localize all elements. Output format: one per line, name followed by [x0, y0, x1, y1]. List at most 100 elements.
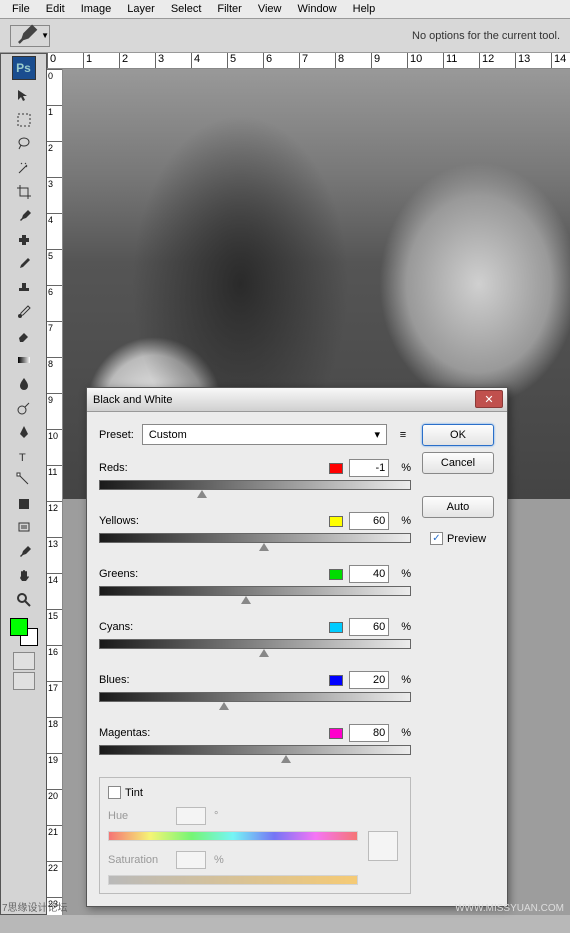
- stamp-tool[interactable]: [13, 277, 35, 299]
- percent-label: %: [401, 515, 411, 527]
- dodge-tool[interactable]: [13, 397, 35, 419]
- slider-track[interactable]: [99, 533, 411, 543]
- slider-row-reds: Reds: %: [99, 459, 411, 490]
- eyedropper2-tool[interactable]: [13, 541, 35, 563]
- saturation-slider: [108, 875, 358, 885]
- close-button[interactable]: ✕: [475, 390, 503, 408]
- preset-dropdown[interactable]: Custom ▾: [142, 424, 387, 445]
- options-bar: ▼ No options for the current tool.: [0, 19, 570, 53]
- color-swatch-icon: [329, 622, 343, 633]
- slider-label: Cyans:: [99, 621, 189, 633]
- ok-button[interactable]: OK: [422, 424, 494, 446]
- blur-tool[interactable]: [13, 373, 35, 395]
- menu-window[interactable]: Window: [290, 1, 345, 17]
- color-swatch-icon: [329, 516, 343, 527]
- preview-checkbox[interactable]: ✓: [430, 532, 443, 545]
- menu-file[interactable]: File: [4, 1, 38, 17]
- dropdown-arrow-icon: ▾: [374, 428, 380, 441]
- notes-tool[interactable]: [13, 517, 35, 539]
- slider-thumb[interactable]: [219, 702, 229, 710]
- menu-layer[interactable]: Layer: [119, 1, 163, 17]
- hand-tool[interactable]: [13, 565, 35, 587]
- slider-thumb[interactable]: [259, 649, 269, 657]
- slider-track[interactable]: [99, 692, 411, 702]
- menu-icon: ≡: [400, 429, 406, 441]
- slider-row-greens: Greens: %: [99, 565, 411, 596]
- slider-value-input[interactable]: [349, 512, 389, 530]
- zoom-tool[interactable]: [13, 589, 35, 611]
- degree-symbol: °: [214, 810, 218, 822]
- color-swatches[interactable]: [10, 618, 38, 646]
- preset-label: Preset:: [99, 429, 134, 441]
- tint-label: Tint: [125, 787, 143, 799]
- path-tool[interactable]: [13, 469, 35, 491]
- tint-preview-swatch: [368, 831, 398, 861]
- pen-tool[interactable]: [13, 421, 35, 443]
- cancel-button[interactable]: Cancel: [422, 452, 494, 474]
- history-brush-tool[interactable]: [13, 301, 35, 323]
- slider-value-input[interactable]: [349, 459, 389, 477]
- lasso-tool[interactable]: [13, 133, 35, 155]
- foreground-color[interactable]: [10, 618, 28, 636]
- marquee-tool[interactable]: [13, 109, 35, 131]
- slider-label: Greens:: [99, 568, 189, 580]
- menu-filter[interactable]: Filter: [209, 1, 249, 17]
- close-icon: ✕: [484, 393, 493, 406]
- saturation-label: Saturation: [108, 854, 168, 866]
- auto-button[interactable]: Auto: [422, 496, 494, 518]
- tint-checkbox[interactable]: [108, 786, 121, 799]
- slider-label: Magentas:: [99, 727, 189, 739]
- footer-text: 7思缘设计论坛: [2, 899, 68, 914]
- slider-row-yellows: Yellows: %: [99, 512, 411, 543]
- hue-label: Hue: [108, 810, 168, 822]
- slider-label: Yellows:: [99, 515, 189, 527]
- ruler-horizontal: 01234567891011121314: [47, 53, 570, 69]
- move-tool[interactable]: [13, 85, 35, 107]
- saturation-input: [176, 851, 206, 869]
- menu-bar: File Edit Image Layer Select Filter View…: [0, 0, 570, 19]
- crop-tool[interactable]: [13, 181, 35, 203]
- tint-section: Tint Hue ° Saturation %: [99, 777, 411, 894]
- slider-thumb[interactable]: [197, 490, 207, 498]
- menu-select[interactable]: Select: [163, 1, 210, 17]
- slider-value-input[interactable]: [349, 671, 389, 689]
- ps-logo[interactable]: Ps: [12, 56, 36, 80]
- slider-value-input[interactable]: [349, 724, 389, 742]
- eraser-tool[interactable]: [13, 325, 35, 347]
- slider-value-input[interactable]: [349, 618, 389, 636]
- slider-track[interactable]: [99, 639, 411, 649]
- slider-thumb[interactable]: [259, 543, 269, 551]
- color-swatch-icon: [329, 569, 343, 580]
- menu-view[interactable]: View: [250, 1, 290, 17]
- tools-panel: Ps T: [0, 53, 47, 915]
- menu-help[interactable]: Help: [345, 1, 384, 17]
- slider-row-cyans: Cyans: %: [99, 618, 411, 649]
- slider-thumb[interactable]: [281, 755, 291, 763]
- menu-image[interactable]: Image: [73, 1, 120, 17]
- dialog-titlebar[interactable]: Black and White ✕: [87, 388, 507, 412]
- svg-text:T: T: [19, 452, 26, 464]
- slider-value-input[interactable]: [349, 565, 389, 583]
- brush-tool[interactable]: [13, 253, 35, 275]
- percent-symbol: %: [214, 854, 224, 866]
- slider-row-blues: Blues: %: [99, 671, 411, 702]
- shape-tool[interactable]: [13, 493, 35, 515]
- screen-mode[interactable]: [13, 672, 35, 690]
- heal-tool[interactable]: [13, 229, 35, 251]
- slider-thumb[interactable]: [241, 596, 251, 604]
- ruler-vertical: 01234567891011121314151617181920212223: [47, 69, 63, 915]
- dialog-title-text: Black and White: [93, 394, 172, 406]
- preset-menu-button[interactable]: ≡: [395, 427, 411, 443]
- type-tool[interactable]: T: [13, 445, 35, 467]
- slider-track[interactable]: [99, 480, 411, 490]
- slider-track[interactable]: [99, 586, 411, 596]
- menu-edit[interactable]: Edit: [38, 1, 73, 17]
- gradient-tool[interactable]: [13, 349, 35, 371]
- preview-label: Preview: [447, 533, 486, 545]
- slider-track[interactable]: [99, 745, 411, 755]
- wand-tool[interactable]: [13, 157, 35, 179]
- eyedropper-tool[interactable]: [13, 205, 35, 227]
- current-tool-indicator[interactable]: ▼: [10, 25, 50, 47]
- eyedropper-icon: [11, 21, 39, 49]
- quick-mask-mode[interactable]: [13, 652, 35, 670]
